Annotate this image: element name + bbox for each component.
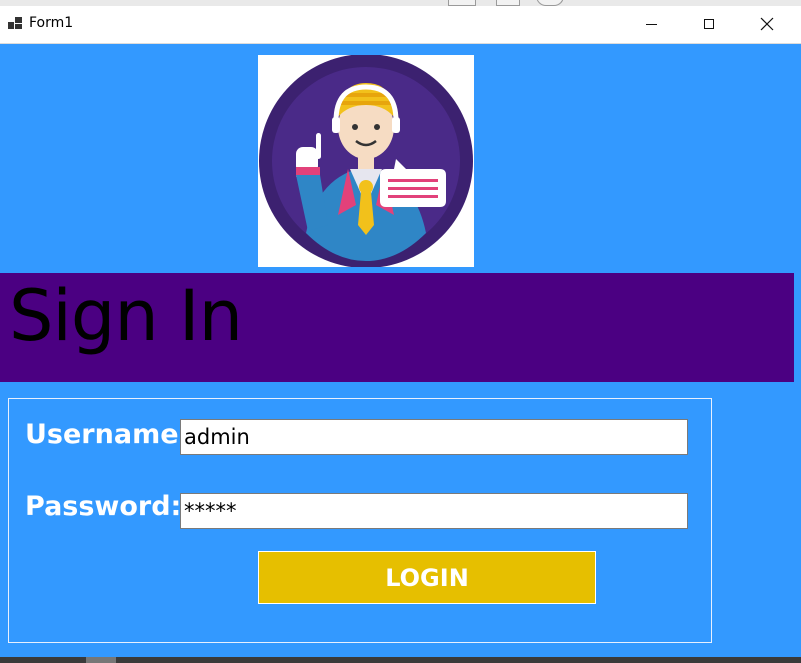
close-icon: [760, 17, 774, 31]
password-label: Password:: [25, 491, 182, 522]
taskbar-item: [86, 657, 116, 663]
minimize-icon: [645, 23, 657, 25]
page-title: Sign In: [9, 275, 243, 357]
username-label: Username:: [25, 419, 190, 450]
username-input[interactable]: admin: [180, 419, 688, 455]
form-client-area: Sign In Username: admin Password: ***** …: [0, 44, 801, 663]
avatar-picture: [258, 55, 474, 267]
login-button[interactable]: LOGIN: [258, 551, 596, 604]
close-button[interactable]: [738, 6, 796, 42]
password-input[interactable]: *****: [180, 493, 688, 529]
window-title: Form1: [29, 15, 74, 31]
header-band: Sign In: [0, 273, 794, 382]
title-bar[interactable]: Form1: [0, 6, 801, 44]
app-icon: [8, 17, 22, 29]
maximize-button[interactable]: [680, 6, 738, 42]
taskbar-strip: [0, 657, 801, 663]
minimize-button[interactable]: [622, 6, 680, 42]
support-agent-avatar-icon: [259, 55, 473, 267]
login-group-box: Username: admin Password: ***** LOGIN: [8, 398, 712, 643]
maximize-icon: [704, 19, 714, 29]
